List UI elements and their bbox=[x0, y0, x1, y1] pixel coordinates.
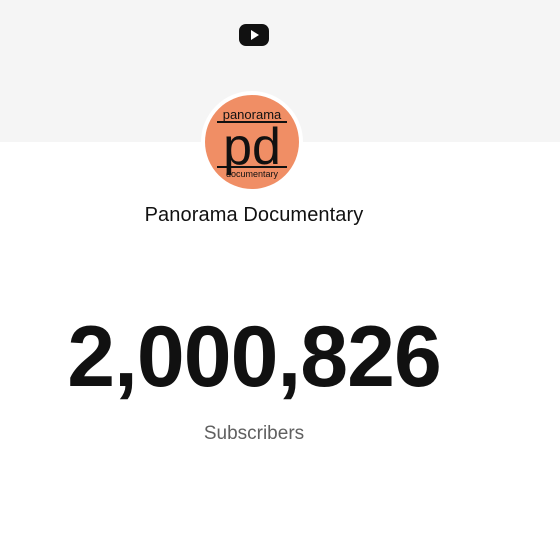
play-triangle-icon bbox=[251, 30, 259, 40]
channel-name[interactable]: Panorama Documentary bbox=[0, 204, 508, 227]
pd-logo-icon: panorama pd documentary bbox=[217, 107, 287, 179]
youtube-play-icon[interactable] bbox=[239, 24, 269, 46]
avatar-bottom-text: documentary bbox=[226, 169, 279, 179]
subscriber-counter-page: panorama pd documentary Panorama Documen… bbox=[0, 0, 560, 560]
avatar[interactable]: panorama pd documentary bbox=[205, 95, 299, 189]
subscriber-label: Subscribers bbox=[203, 423, 305, 444]
subscriber-count: 2,000,826 bbox=[67, 309, 442, 405]
